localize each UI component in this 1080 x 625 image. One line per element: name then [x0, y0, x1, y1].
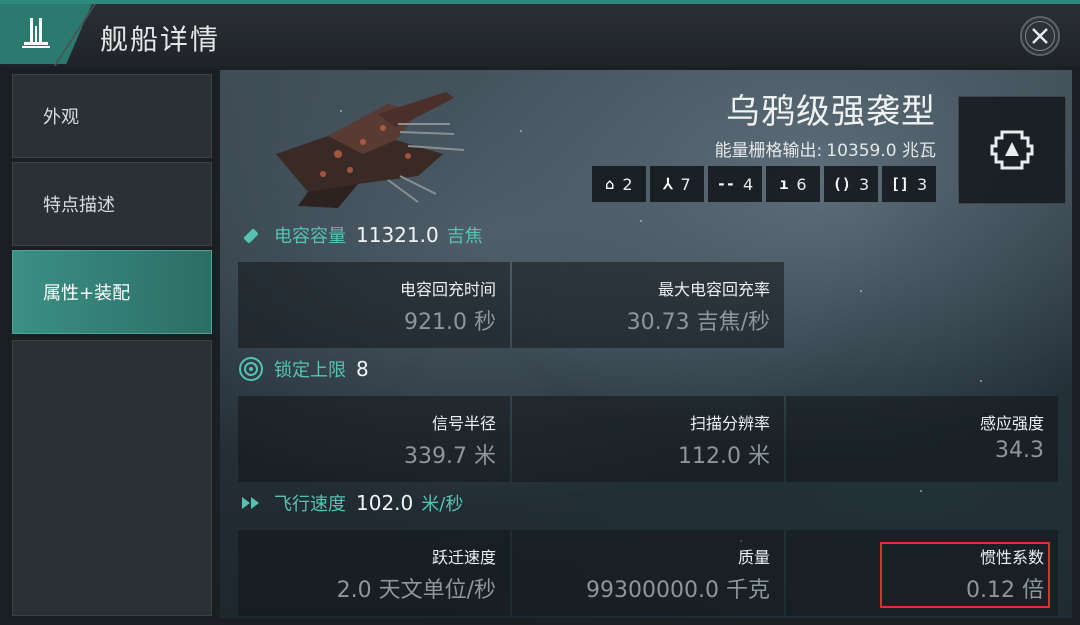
capacitor-label: 电容容量 [274, 226, 346, 247]
drone-slot-badge: ⌂ 2 [592, 166, 646, 202]
stat-value: 339.7 米 [404, 444, 496, 469]
capacitor-section-header: 电容容量 11321.0 吉焦 [238, 222, 483, 248]
targeting-value: 8 [356, 357, 369, 381]
stat-value: 99300000.0 千克 [586, 578, 770, 603]
mid-slot-icon: () [832, 175, 851, 193]
sidebar-item-label: 特点描述 [43, 195, 115, 216]
slot-count: 3 [916, 174, 928, 194]
slot-count: 4 [742, 174, 754, 194]
speed-value: 102.0 [356, 491, 414, 515]
power-grid-output: 能量栅格输出: 10359.0 兆瓦 [711, 136, 936, 161]
slot-summary: ⌂ 2 ⅄ 7 -- 4 ı 6 () 3 [] 3 [592, 166, 936, 202]
stat-label: 扫描分辨率 [689, 414, 770, 433]
drone-icon: ⌂ [605, 175, 615, 193]
high-slot-badge: ı 6 [766, 166, 820, 202]
stat-value: 112.0 米 [678, 444, 770, 469]
highlight-box [880, 542, 1050, 608]
speed-unit: 米/秒 [421, 494, 464, 515]
close-button[interactable] [1020, 16, 1060, 56]
high-slot-icon: ı [779, 175, 789, 193]
capacitor-max-recharge-rate: 最大电容回充率 30.73 吉焦/秒 [512, 262, 784, 348]
ship-name: 乌鸦级强袭型 [726, 92, 936, 132]
battery-icon [238, 222, 264, 248]
mass: 质量 99300000.0 千克 [512, 530, 784, 616]
targeting-label: 锁定上限 [274, 360, 346, 381]
stat-value: 30.73 吉焦/秒 [626, 310, 770, 335]
stat-value: 921.0 秒 [404, 310, 496, 335]
target-frame-icon [990, 130, 1034, 170]
sidebar-item-features[interactable]: 特点描述 [12, 162, 212, 246]
speed-label: 飞行速度 [274, 494, 346, 515]
stat-value: 2.0 天文单位/秒 [336, 578, 496, 603]
sidebar-item-label: 属性+装配 [43, 283, 131, 304]
turret-icon: ⅄ [663, 175, 673, 193]
low-slot-icon: [] [890, 175, 909, 193]
stat-label: 最大电容回充率 [657, 280, 770, 299]
stat-label: 感应强度 [979, 414, 1044, 433]
capacitor-unit: 吉焦 [446, 226, 483, 247]
ship-details-panel: 乌鸦级强袭型 能量栅格输出: 10359.0 兆瓦 ⌂ 2 ⅄ 7 -- 4 ı … [220, 70, 1072, 618]
slot-count: 7 [680, 174, 691, 194]
capacitor-value: 11321.0 [356, 223, 439, 247]
ship-view-button[interactable] [958, 96, 1066, 204]
capacitor-recharge-time: 电容回充时间 921.0 秒 [238, 262, 510, 348]
launcher-icon: -- [716, 175, 735, 193]
sidebar: 外观 特点描述 属性+装配 [8, 70, 216, 618]
targeting-section-header: 锁定上限 8 [238, 356, 377, 382]
slot-count: 6 [796, 174, 807, 194]
stat-value: 34.3 [995, 438, 1044, 463]
sensor-strength: 感应强度 34.3 [786, 396, 1058, 482]
fast-forward-icon [238, 490, 264, 516]
ship-image [276, 92, 465, 208]
slot-count: 2 [622, 174, 633, 194]
power-grid-label: 能量栅格输出: [714, 141, 823, 161]
stat-label: 电容回充时间 [399, 280, 496, 299]
sidebar-item-attributes-fitting[interactable]: 属性+装配 [12, 250, 212, 334]
stat-label: 信号半径 [431, 414, 496, 433]
warp-speed: 跃迁速度 2.0 天文单位/秒 [238, 530, 510, 616]
sidebar-item-appearance[interactable]: 外观 [12, 74, 212, 158]
stat-label: 质量 [737, 548, 770, 567]
launcher-slot-badge: -- 4 [708, 166, 762, 202]
target-lock-icon [238, 356, 264, 382]
stat-label: 跃迁速度 [431, 548, 496, 567]
scan-resolution: 扫描分辨率 112.0 米 [512, 396, 784, 482]
slot-count: 3 [858, 174, 870, 194]
turret-slot-badge: ⅄ 7 [650, 166, 704, 202]
sidebar-item-label: 外观 [43, 107, 79, 128]
sidebar-empty-area [12, 340, 212, 616]
header-bar: 舰船详情 [0, 4, 1080, 66]
mid-slot-badge: () 3 [824, 166, 878, 202]
signature-radius: 信号半径 339.7 米 [238, 396, 510, 482]
page-title: 舰船详情 [100, 23, 221, 56]
speed-section-header: 飞行速度 102.0 米/秒 [238, 490, 463, 516]
low-slot-badge: [] 3 [882, 166, 936, 202]
close-icon [1032, 28, 1048, 44]
power-grid-value: 10359.0 兆瓦 [826, 141, 936, 161]
